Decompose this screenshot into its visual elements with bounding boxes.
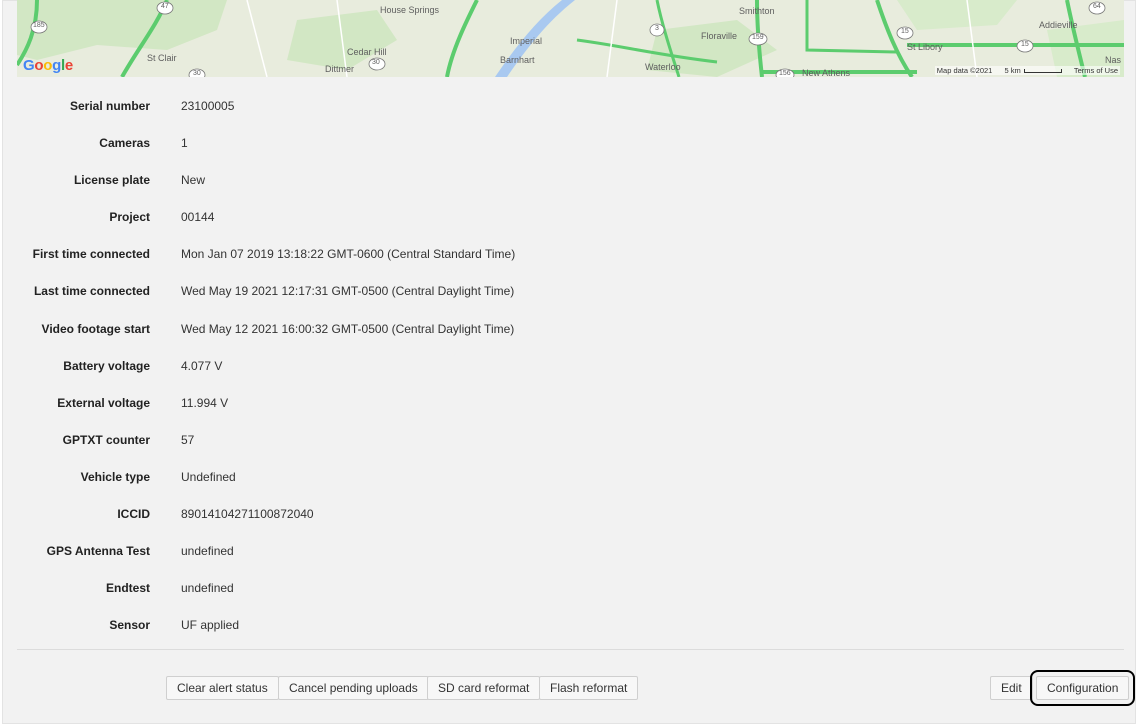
map-scale-label: 5 km [1004, 66, 1021, 75]
detail-value: 11.994 V [181, 395, 229, 410]
detail-value: UF applied [181, 618, 240, 633]
map-place-label: St Clair [147, 53, 177, 63]
detail-label: Serial number [69, 99, 150, 113]
route-shield-label: 15 [1021, 41, 1029, 48]
detail-row-last-time-connected: Last time connected Wed May 19 2021 12:1… [0, 273, 1100, 310]
detail-row-first-time-connected: First time connected Mon Jan 07 2019 13:… [0, 236, 1100, 273]
detail-value: undefined [181, 544, 234, 559]
map-place-label: Nas [1105, 55, 1122, 65]
divider [17, 649, 1124, 650]
detail-label: Endtest [105, 581, 150, 596]
map-place-label: Addieville [1039, 20, 1078, 30]
clear-alert-status-button[interactable]: Clear alert status [166, 676, 279, 700]
route-shield-label: 156 [779, 70, 791, 77]
route-shield-label: 159 [752, 34, 764, 41]
detail-label: GPS Antenna Test [46, 544, 150, 559]
google-logo: Google [23, 57, 73, 74]
detail-value: 89014104271100872040 [181, 507, 314, 522]
map-place-label: Dittmer [325, 64, 354, 74]
detail-value: 23100005 [181, 99, 235, 113]
route-shield-label: 47 [161, 3, 169, 10]
map-place-label: House Springs [380, 5, 440, 15]
detail-row-endtest: Endtest undefined [0, 570, 1100, 607]
detail-row-gptxt-counter: GPTXT counter 57 [0, 422, 1100, 459]
detail-value: Wed May 19 2021 12:17:31 GMT-0500 (Centr… [181, 284, 515, 299]
map-place-label: Floraville [701, 31, 738, 41]
detail-label: External voltage [57, 395, 150, 410]
detail-value: 57 [181, 432, 195, 447]
map-place-label: Smithton [739, 6, 775, 16]
detail-label: GPTXT counter [62, 432, 150, 447]
route-shield-label: 30 [372, 59, 380, 66]
detail-row-gps-antenna-test: GPS Antenna Test undefined [0, 533, 1100, 570]
edit-button[interactable]: Edit [990, 676, 1033, 700]
detail-value: Mon Jan 07 2019 13:18:22 GMT-0600 (Centr… [181, 247, 516, 262]
detail-value: 4.077 V [181, 358, 223, 373]
map[interactable]: House Springs Smithton Addieville Imperi… [17, 0, 1124, 77]
detail-row-license-plate: License plate New [0, 162, 1100, 199]
detail-value: undefined [181, 581, 234, 596]
detail-label: First time connected [32, 247, 150, 262]
detail-label: Vehicle type [80, 469, 150, 484]
detail-value: Wed May 12 2021 16:00:32 GMT-0500 (Centr… [181, 321, 515, 336]
detail-row-battery-voltage: Battery voltage 4.077 V [0, 348, 1100, 385]
map-place-label: St Libory [907, 42, 943, 52]
map-data-label: Map data ©2021 [936, 66, 993, 75]
sd-card-reformat-button[interactable]: SD card reformat [427, 676, 541, 700]
detail-value: Undefined [181, 469, 236, 484]
detail-row-project: Project 00144 [0, 199, 1100, 236]
flash-reformat-button[interactable]: Flash reformat [539, 676, 639, 700]
detail-value: New [181, 173, 206, 188]
detail-label: Battery voltage [63, 358, 150, 373]
cancel-pending-uploads-button[interactable]: Cancel pending uploads [278, 676, 429, 700]
configuration-button[interactable]: Configuration [1029, 670, 1136, 706]
detail-label: Cameras [99, 136, 150, 151]
detail-label: Project [109, 210, 150, 225]
map-place-label: Cedar Hill [347, 47, 387, 57]
detail-value: 00144 [181, 210, 215, 225]
route-shield-label: 3 [655, 25, 659, 32]
route-shield-label: 64 [1093, 3, 1101, 10]
detail-row-iccid: ICCID 89014104271100872040 [0, 496, 1100, 533]
route-shield-label: 15 [901, 28, 909, 35]
detail-label: ICCID [117, 507, 150, 522]
map-place-label: Imperial [510, 36, 543, 46]
detail-row-serial-number: Serial number 23100005 [0, 88, 1100, 125]
detail-row-cameras: Cameras 1 [0, 125, 1100, 162]
detail-row-external-voltage: External voltage 11.994 V [0, 385, 1100, 422]
map-place-label: Waterloo [645, 62, 681, 72]
detail-label: License plate [73, 173, 150, 188]
device-details-list: Serial number 23100005 Cameras 1 License… [0, 88, 1100, 644]
detail-label: Last time connected [33, 284, 150, 299]
detail-row-video-footage-start: Video footage start Wed May 12 2021 16:0… [0, 311, 1100, 348]
map-attribution: Map data ©2021 5 km Terms of Use [934, 66, 1120, 75]
detail-label: Video footage start [41, 321, 150, 336]
detail-row-sensor: Sensor UF applied [0, 607, 1100, 644]
map-place-label: New Athens [802, 68, 851, 77]
detail-value: 1 [181, 136, 188, 151]
detail-label: Sensor [109, 618, 150, 633]
scale-bar [1023, 69, 1062, 74]
map-place-label: Barnhart [500, 55, 535, 65]
terms-of-use-link[interactable]: Terms of Use [1074, 66, 1118, 75]
map-scale: 5 km [1004, 66, 1062, 75]
detail-row-vehicle-type: Vehicle type Undefined [0, 459, 1100, 496]
route-shield-label: 185 [33, 22, 45, 29]
route-shield-label: 30 [193, 70, 201, 77]
